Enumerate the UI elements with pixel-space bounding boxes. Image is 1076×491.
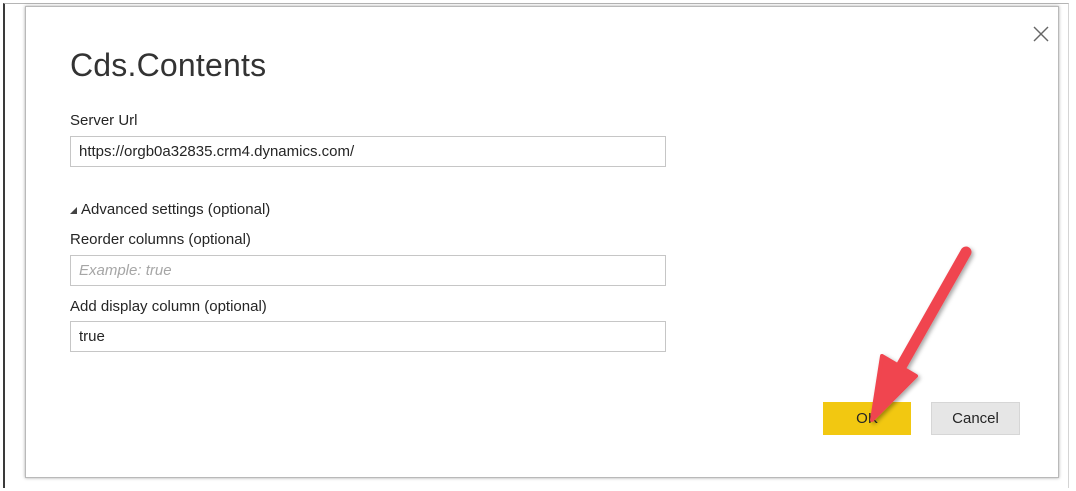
server-url-label: Server Url: [70, 112, 138, 129]
add-display-column-input[interactable]: [70, 321, 666, 352]
reorder-columns-input[interactable]: [70, 255, 666, 286]
dialog-title: Cds.Contents: [70, 47, 267, 83]
advanced-settings-label: Advanced settings (optional): [81, 201, 271, 218]
close-icon[interactable]: [1032, 25, 1050, 43]
cancel-button[interactable]: Cancel: [931, 402, 1020, 435]
reorder-columns-label: Reorder columns (optional): [70, 231, 251, 248]
add-display-column-label: Add display column (optional): [70, 298, 267, 315]
server-url-input[interactable]: [70, 136, 666, 167]
ok-button[interactable]: OK: [823, 402, 911, 435]
advanced-settings-toggle[interactable]: Advanced settings (optional): [70, 201, 270, 218]
triangle-expanded-icon: [70, 207, 77, 214]
